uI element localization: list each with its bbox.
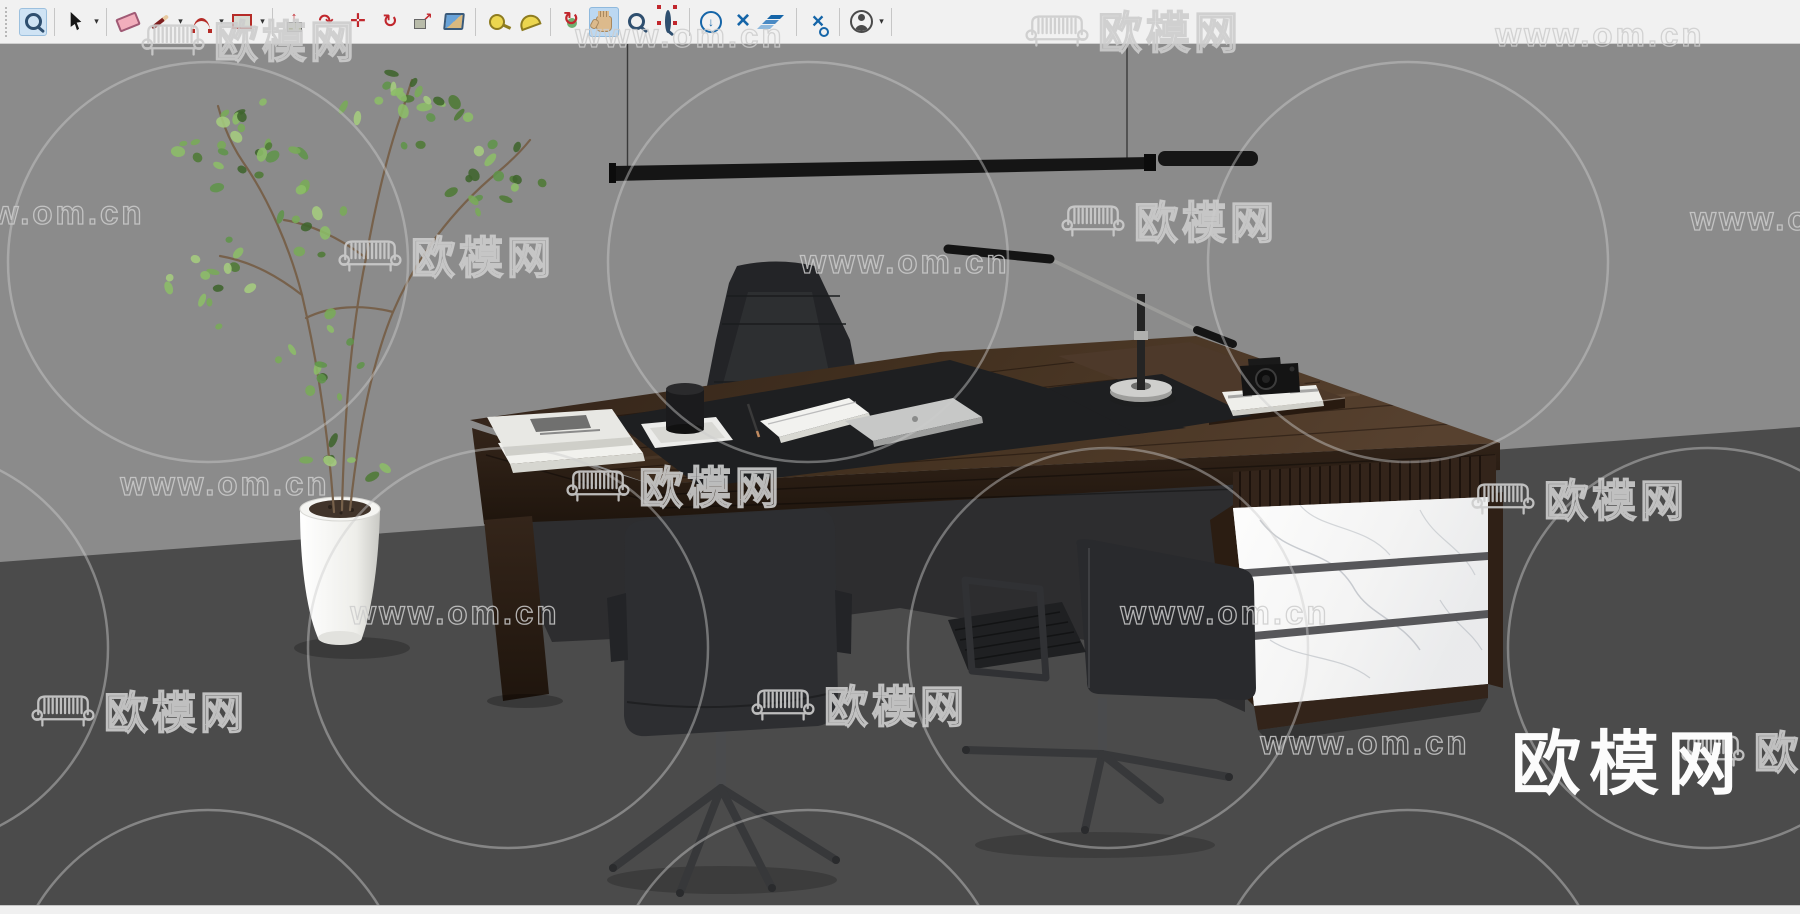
om-settings-icon [812,10,830,37]
toolbar-separator [796,7,797,36]
rotate-icon [382,11,397,32]
protractor-icon [516,11,542,32]
select-tool[interactable] [61,7,91,37]
om-layers-icon [766,14,784,19]
zoom-extents-icon [657,4,671,33]
toolbar-separator [689,7,690,36]
toolbar-separator [475,7,476,36]
select-icon [70,12,82,31]
rotate-tool[interactable] [375,7,405,37]
eraser-icon [115,10,141,33]
line-tool-dropdown[interactable]: ▾ [176,16,185,27]
pan-tool[interactable] [589,6,619,37]
rectangle-icon [232,14,252,29]
sketchup-window: ▾▾▾▾▾ www.om.cnwww.om.cnwww.om.cnwww.om.… [0,0,1800,914]
protractor-tool[interactable] [514,7,544,37]
zoom-window-icon [19,7,47,36]
line-icon [150,13,170,30]
toolbar-separator [54,7,55,36]
scale-tool[interactable] [407,7,437,37]
move-tool[interactable] [343,7,373,37]
account-icon [849,10,873,33]
om-download-model-tool[interactable] [696,7,726,37]
push-pull-tool[interactable] [279,7,309,37]
toolbar-separator [272,7,273,36]
account-menu[interactable] [846,7,876,37]
rectangle-tool-dropdown[interactable]: ▾ [258,16,267,27]
laptop-logo [912,416,918,422]
om-exchange-icon [736,10,750,33]
arc-tool-dropdown[interactable]: ▾ [217,16,226,27]
magnifier-icon [665,9,671,33]
paint-bucket-icon [443,13,465,30]
om-layers-tool[interactable] [760,7,790,37]
follow-me-icon [318,11,333,32]
zoom-icon [627,13,645,30]
pan-icon [596,11,612,32]
om-settings-tool[interactable] [803,7,833,37]
arc-icon [190,18,212,33]
status-bar [0,905,1800,914]
account-menu-dropdown[interactable]: ▾ [877,16,886,27]
om-download-model-icon [700,10,722,33]
scale-icon [413,10,432,29]
move-icon [350,10,366,33]
select-tool-dropdown[interactable]: ▾ [92,16,101,27]
toolbar-separator [839,7,840,36]
paint-bucket-tool[interactable] [439,7,469,37]
follow-me-tool[interactable] [311,7,341,37]
zoom-tool[interactable] [621,7,651,37]
zoom-window-tool[interactable] [18,7,48,37]
tape-measure-icon [489,13,505,30]
orbit-tool[interactable] [557,7,587,37]
tape-measure-tool[interactable] [482,7,512,37]
toolbar-separator [106,7,107,36]
push-pull-icon [287,11,302,32]
toolbar-separator [550,7,551,36]
magnifier-icon [24,13,42,30]
rectangle-tool[interactable] [227,7,257,37]
om-exchange-tool[interactable] [728,7,758,37]
toolbar: ▾ ▾ ▾ ▾ ▾ [0,0,1800,44]
toolbar-grip[interactable] [5,6,11,37]
line-tool[interactable] [145,7,175,37]
toolbar-separator [891,7,892,36]
orbit-icon [562,8,582,32]
viewport-canvas[interactable] [0,0,1800,914]
zoom-extents-tool[interactable] [653,4,683,37]
arc-tool[interactable] [186,7,216,37]
eraser-tool[interactable] [113,7,143,37]
